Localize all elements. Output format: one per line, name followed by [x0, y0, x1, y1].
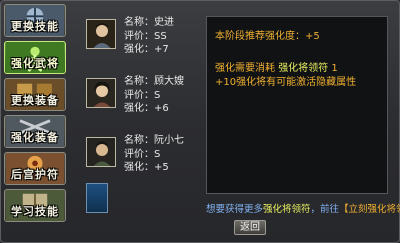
tab-label: 强化武将: [11, 57, 59, 70]
tab-strengthen-equipment[interactable]: 强化装备: [4, 115, 66, 148]
tab-label: 学习技能: [11, 205, 59, 218]
character-name: 顾大嫂: [154, 76, 184, 87]
level-label: 强化：: [124, 44, 154, 55]
avatar[interactable]: [86, 19, 116, 49]
character-list: 名称：史进 评价：SS 强化：+7 名称：顾大嫂 评价：S 强化：+6 名称：阮…: [86, 16, 201, 193]
character-rating: SS: [154, 30, 167, 42]
character-name: 史进: [154, 17, 174, 28]
prompt-middle: ，前往: [310, 204, 340, 215]
avatar[interactable]: [86, 137, 116, 167]
character-level: +7: [154, 44, 169, 55]
get-more-prompt: 想要获得更多强化将领符，前往【立刻强化将领】: [206, 201, 400, 215]
chance-text: +10强化将有可能激活隐藏属性: [215, 77, 357, 88]
tab-strengthen-general[interactable]: 强化武将: [4, 41, 66, 74]
recommend-text: 本阶段推荐强化度：+5: [215, 31, 320, 42]
level-label: 强化：: [124, 103, 154, 114]
general-portrait-icon: [87, 138, 115, 166]
character-rating: S: [154, 148, 161, 160]
strengthen-info-panel: 本阶段推荐强化度：+5 强化需要消耗 强化将领符 1 +10强化将有可能激活隐藏…: [206, 16, 388, 194]
general-portrait-icon: [87, 79, 115, 107]
tab-swap-equipment[interactable]: 更换装备: [4, 78, 66, 111]
tab-label: 后宫护符: [11, 168, 59, 181]
prompt-item: 强化将领符: [263, 204, 311, 215]
character-level: +6: [154, 103, 169, 114]
name-label: 名称：: [124, 17, 154, 28]
character-level: +5: [154, 162, 169, 173]
character-info: 名称：史进 评价：SS 强化：+7: [124, 16, 174, 57]
general-portrait-icon: [87, 20, 115, 48]
tab-column: 更换技能 强化武将 更换装备 强化装备 后宫护符 学习技能: [4, 4, 68, 226]
prompt-prefix: 想要获得更多: [206, 204, 264, 215]
tab-swap-skill[interactable]: 更换技能: [4, 4, 66, 37]
strengthen-window: 更换技能 强化武将 更换装备 强化装备 后宫护符 学习技能 名称：史进 评价：S…: [0, 0, 400, 243]
character-row[interactable]: 名称：史进 评价：SS 强化：+7: [86, 16, 201, 74]
rating-label: 评价：: [124, 30, 154, 42]
tab-harem-amulet[interactable]: 后宫护符: [4, 152, 66, 185]
character-info: 名称：顾大嫂 评价：S 强化：+6: [124, 75, 184, 116]
strengthen-now-link[interactable]: 【立刻强化将领】: [339, 204, 400, 215]
tab-learn-skill[interactable]: 学习技能: [4, 189, 66, 222]
character-row[interactable]: 名称：顾大嫂 评价：S 强化：+6: [86, 75, 201, 133]
name-label: 名称：: [124, 76, 154, 87]
consume-text: 强化需要消耗 强化将领符 1: [215, 59, 338, 74]
tab-label: 更换技能: [11, 20, 59, 33]
rating-label: 评价：: [124, 148, 154, 160]
avatar[interactable]: [86, 78, 116, 108]
character-name: 阮小七: [154, 135, 184, 146]
empty-character-slot[interactable]: [86, 183, 108, 213]
character-rating: S: [154, 89, 161, 101]
level-label: 强化：: [124, 162, 154, 173]
character-info: 名称：阮小七 评价：S 强化：+5: [124, 134, 184, 175]
rating-label: 评价：: [124, 89, 154, 101]
name-label: 名称：: [124, 135, 154, 146]
tab-label: 强化装备: [11, 131, 59, 144]
back-button[interactable]: 返回: [234, 220, 266, 235]
tab-label: 更换装备: [11, 94, 59, 107]
